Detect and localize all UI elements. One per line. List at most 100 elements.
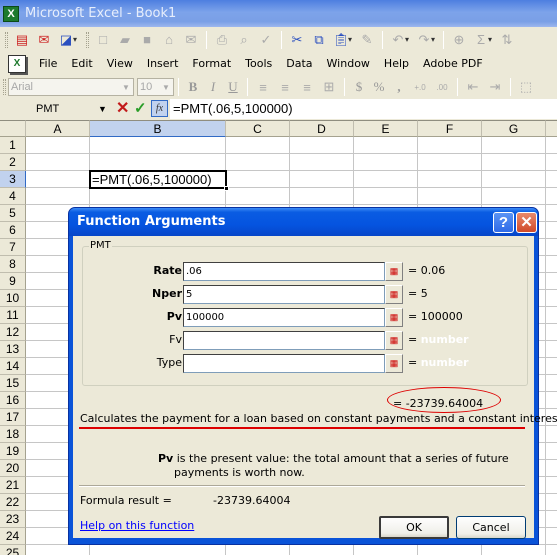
- row-header-1[interactable]: 1: [0, 137, 26, 154]
- menu-window[interactable]: Window: [320, 54, 377, 74]
- row-header-21[interactable]: 21: [0, 477, 26, 494]
- column-header-h[interactable]: [546, 120, 557, 137]
- decrease-decimal-icon[interactable]: .00: [431, 77, 453, 97]
- print-icon[interactable]: ⎙: [211, 30, 233, 50]
- increase-indent-icon[interactable]: ⇥: [484, 77, 506, 97]
- pdf-convert-icon[interactable]: ▤: [11, 30, 33, 50]
- excel-icon[interactable]: X: [3, 5, 19, 22]
- collapse-dialog-icon[interactable]: ▦: [385, 354, 403, 373]
- row-header-3[interactable]: 3: [0, 171, 26, 188]
- menu-edit[interactable]: Edit: [64, 54, 99, 74]
- chevron-down-icon[interactable]: ▼: [98, 100, 110, 118]
- borders-icon[interactable]: ⬚: [515, 77, 537, 97]
- print-preview-icon[interactable]: ⌕: [233, 30, 255, 50]
- underline-button[interactable]: U: [223, 79, 243, 95]
- copy-icon[interactable]: ⧉: [308, 30, 330, 50]
- menu-tools[interactable]: Tools: [238, 54, 279, 74]
- help-icon[interactable]: ?: [493, 212, 514, 233]
- font-name-select[interactable]: Arial ▼: [8, 78, 134, 96]
- row-header-16[interactable]: 16: [0, 392, 26, 409]
- ok-button[interactable]: OK: [379, 516, 449, 539]
- row-header-7[interactable]: 7: [0, 239, 26, 256]
- help-on-function-link[interactable]: Help on this function: [80, 519, 194, 532]
- dialog-title-bar[interactable]: Function Arguments ? ✕: [69, 208, 538, 236]
- row-header-10[interactable]: 10: [0, 290, 26, 307]
- toolbar-options-arrow[interactable]: ▾: [73, 35, 81, 44]
- autosum-arrow[interactable]: ▾: [488, 35, 496, 44]
- column-header-c[interactable]: C: [226, 120, 290, 137]
- sort-ascending-icon[interactable]: ⇅: [496, 30, 518, 50]
- row-header-6[interactable]: 6: [0, 222, 26, 239]
- toolbar-grip[interactable]: [5, 31, 8, 48]
- menu-format[interactable]: Format: [185, 54, 238, 74]
- menu-adobe-pdf[interactable]: Adobe PDF: [416, 54, 490, 74]
- row-header-13[interactable]: 13: [0, 341, 26, 358]
- permission-icon[interactable]: ⌂: [158, 30, 180, 50]
- formula-input[interactable]: =PMT(.06,5,100000): [170, 99, 557, 119]
- collapse-dialog-icon[interactable]: ▦: [385, 262, 403, 281]
- redo-arrow[interactable]: ▾: [431, 35, 439, 44]
- workbook-icon[interactable]: X: [8, 55, 26, 73]
- close-icon[interactable]: ✕: [516, 212, 537, 233]
- save-icon[interactable]: ■: [136, 30, 158, 50]
- collapse-dialog-icon[interactable]: ▦: [385, 308, 403, 327]
- column-header-a[interactable]: A: [26, 120, 90, 137]
- row-header-9[interactable]: 9: [0, 273, 26, 290]
- column-header-d[interactable]: D: [290, 120, 354, 137]
- align-left-icon[interactable]: ≡: [252, 77, 274, 97]
- collapse-dialog-icon[interactable]: ▦: [385, 331, 403, 350]
- menu-view[interactable]: View: [100, 54, 140, 74]
- row-header-23[interactable]: 23: [0, 511, 26, 528]
- toolbar-grip[interactable]: [86, 31, 89, 48]
- row-header-17[interactable]: 17: [0, 409, 26, 426]
- percent-button[interactable]: %: [369, 79, 389, 95]
- comma-button[interactable]: ,: [389, 79, 409, 95]
- collapse-dialog-icon[interactable]: ▦: [385, 285, 403, 304]
- cancel-icon[interactable]: ✕: [116, 99, 132, 119]
- name-box[interactable]: PMT: [0, 100, 108, 118]
- menu-help[interactable]: Help: [377, 54, 416, 74]
- row-header-14[interactable]: 14: [0, 358, 26, 375]
- row-header-2[interactable]: 2: [0, 154, 26, 171]
- currency-button[interactable]: $: [349, 79, 369, 95]
- menu-file[interactable]: File: [32, 54, 64, 74]
- row-header-5[interactable]: 5: [0, 205, 26, 222]
- row-header-24[interactable]: 24: [0, 528, 26, 545]
- nper-input[interactable]: 5: [183, 285, 385, 304]
- type-input[interactable]: [183, 354, 385, 373]
- paste-options-arrow[interactable]: ▾: [348, 35, 356, 44]
- row-header-8[interactable]: 8: [0, 256, 26, 273]
- fv-input[interactable]: [183, 331, 385, 350]
- new-icon[interactable]: □: [92, 30, 114, 50]
- row-header-12[interactable]: 12: [0, 324, 26, 341]
- active-cell-b3[interactable]: =PMT(.06,5,100000): [89, 170, 227, 189]
- font-size-select[interactable]: 10 ▼: [137, 78, 174, 96]
- row-header-25[interactable]: 25: [0, 545, 26, 555]
- decrease-indent-icon[interactable]: ⇤: [462, 77, 484, 97]
- row-header-18[interactable]: 18: [0, 426, 26, 443]
- bold-button[interactable]: B: [183, 79, 203, 95]
- undo-arrow[interactable]: ▾: [405, 35, 413, 44]
- cancel-button[interactable]: Cancel: [456, 516, 526, 539]
- spelling-icon[interactable]: ✓: [255, 30, 277, 50]
- cut-icon[interactable]: ✂: [286, 30, 308, 50]
- pv-input[interactable]: 100000: [183, 308, 385, 327]
- align-right-icon[interactable]: ≡: [296, 77, 318, 97]
- column-header-f[interactable]: F: [418, 120, 482, 137]
- row-header-19[interactable]: 19: [0, 443, 26, 460]
- insert-function-button[interactable]: fx: [151, 100, 168, 117]
- select-all-corner[interactable]: [0, 120, 26, 137]
- align-center-icon[interactable]: ≡: [274, 77, 296, 97]
- column-header-e[interactable]: E: [354, 120, 418, 137]
- toolbar-grip[interactable]: [3, 79, 6, 95]
- enter-icon[interactable]: ✓: [134, 99, 150, 119]
- row-header-15[interactable]: 15: [0, 375, 26, 392]
- increase-decimal-icon[interactable]: +.0: [409, 77, 431, 97]
- column-header-b[interactable]: B: [90, 120, 226, 137]
- row-header-11[interactable]: 11: [0, 307, 26, 324]
- rate-input[interactable]: .06: [183, 262, 385, 281]
- format-painter-icon[interactable]: ✎: [356, 30, 378, 50]
- menu-insert[interactable]: Insert: [140, 54, 186, 74]
- column-header-g[interactable]: G: [482, 120, 546, 137]
- merge-center-icon[interactable]: ⊞: [318, 77, 340, 97]
